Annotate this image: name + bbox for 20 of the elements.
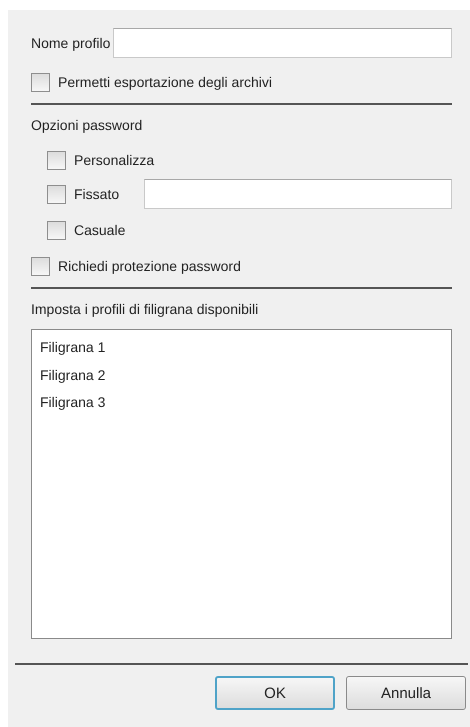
checkbox-label[interactable]: Fissato bbox=[74, 186, 136, 202]
cancel-button[interactable]: Annulla bbox=[346, 676, 466, 710]
checkbox[interactable] bbox=[47, 150, 66, 170]
list-item[interactable]: Filigrana 3 bbox=[40, 389, 443, 416]
checkbox-label[interactable]: Personalizza bbox=[74, 152, 154, 168]
checkbox-label[interactable]: Permetti esportazione degli archivi bbox=[58, 74, 272, 90]
checkbox[interactable] bbox=[47, 184, 66, 204]
text-field[interactable] bbox=[144, 179, 452, 209]
checkbox-label[interactable]: Richiedi protezione password bbox=[58, 258, 241, 274]
list-item[interactable]: Filigrana 2 bbox=[40, 362, 443, 389]
checkbox[interactable] bbox=[31, 72, 50, 92]
checkbox-label[interactable]: Casuale bbox=[74, 222, 126, 238]
section-title: Imposta i profili di filigrana disponibili bbox=[31, 301, 260, 317]
list-item[interactable]: Filigrana 1 bbox=[40, 334, 443, 362]
checkbox[interactable] bbox=[31, 256, 50, 276]
ok-button[interactable]: OK bbox=[215, 676, 335, 710]
checkbox[interactable] bbox=[47, 220, 66, 240]
section-title: Opzioni password bbox=[31, 117, 144, 133]
field-label: Nome profilo bbox=[31, 35, 110, 51]
text-field[interactable] bbox=[113, 28, 452, 58]
